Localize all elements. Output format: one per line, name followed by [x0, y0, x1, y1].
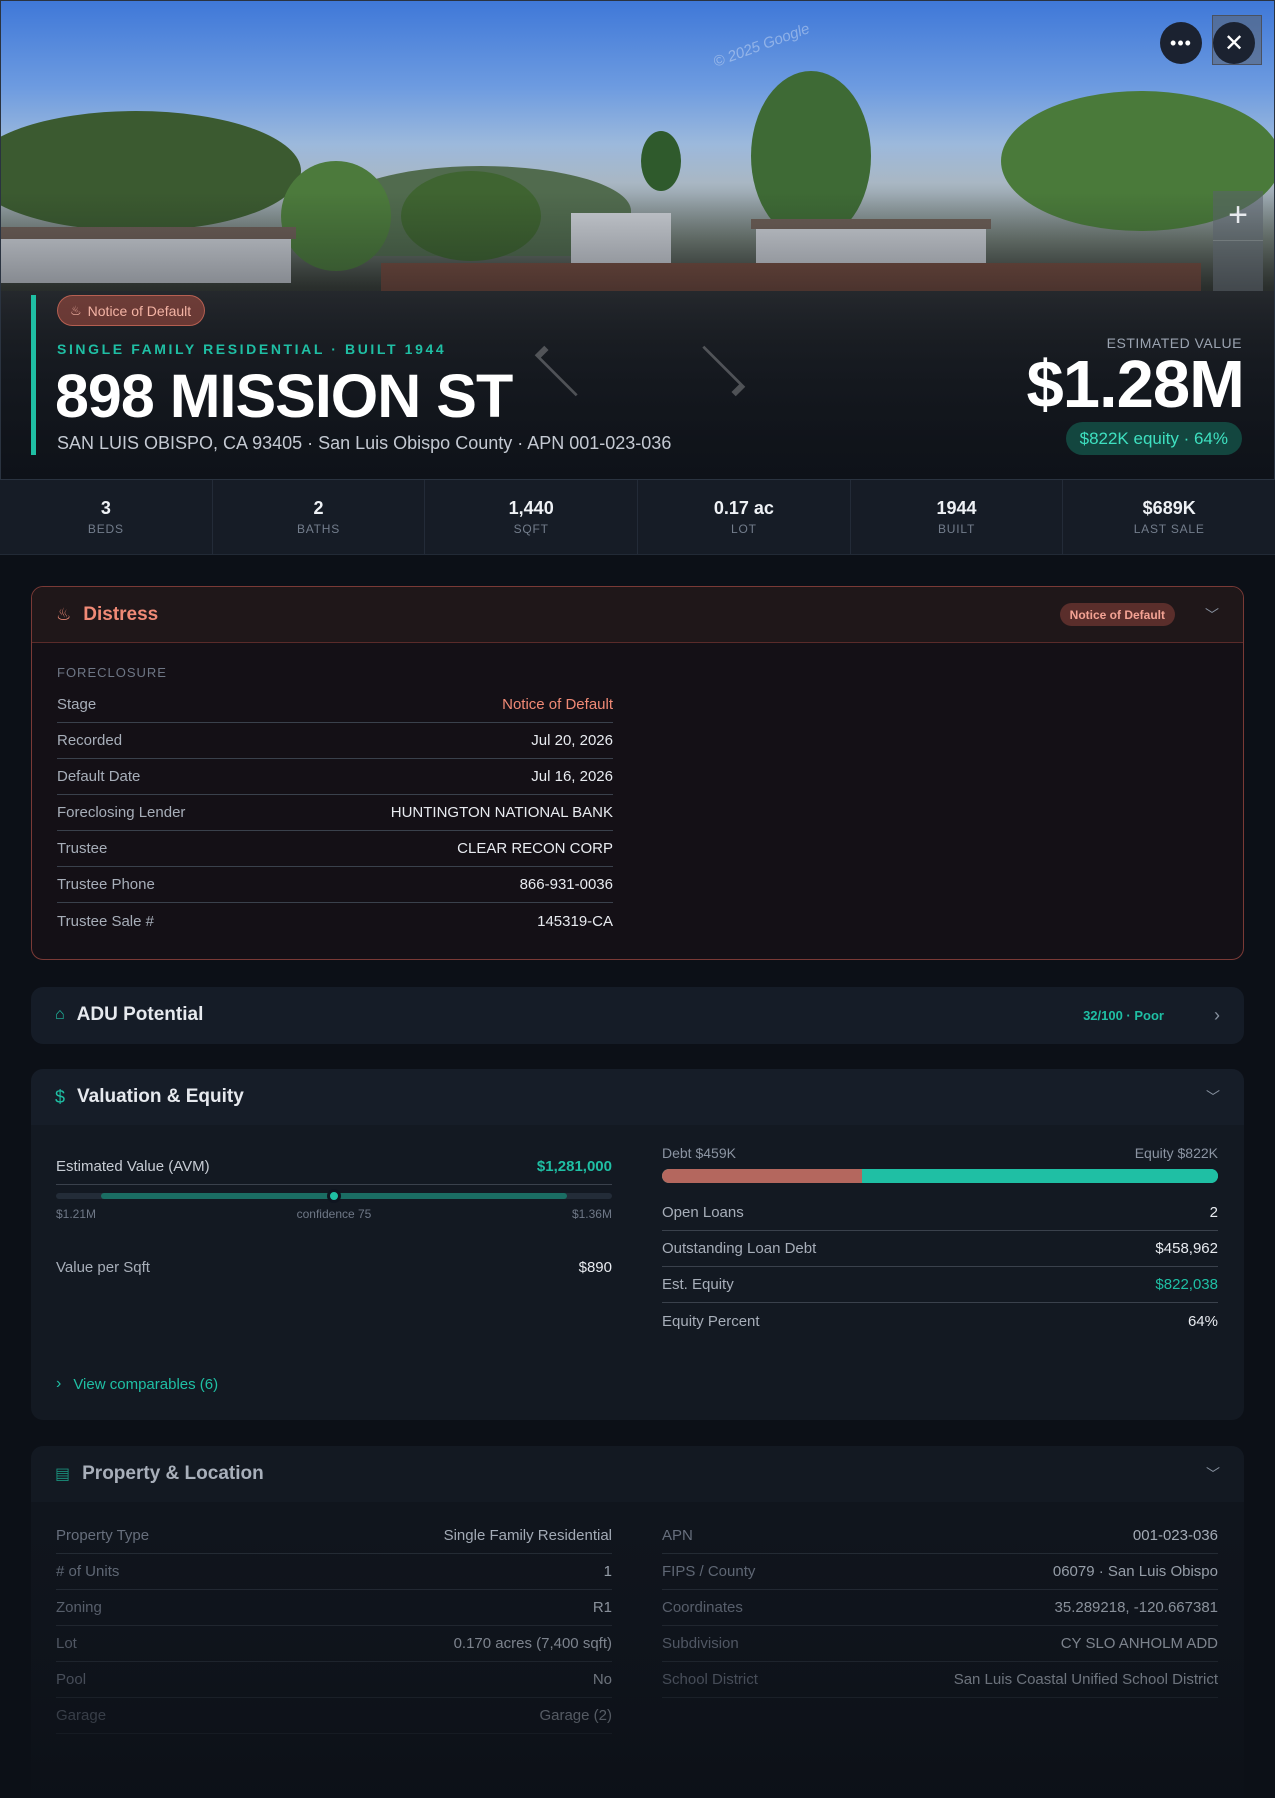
- avm-value: $1,281,000: [536, 1158, 612, 1175]
- adu-card[interactable]: ⌂ ADU Potential 32/100 · Poor ›: [31, 987, 1244, 1044]
- stat-beds: 3 BEDS: [0, 480, 213, 554]
- property-card: ▤ Property & Location ﹀ Property Type Sin…: [31, 1446, 1244, 1798]
- detail-row: Trustee Sale #145319-CA: [57, 912, 613, 930]
- chevron-right-icon: ›: [56, 1375, 62, 1392]
- property-details-right: APN 001-023-036 FIPS / County 06079 · San …: [662, 1518, 1218, 1698]
- stat-lot: 0.17 ac LOT: [638, 480, 851, 554]
- detail-row: # of Units 1: [56, 1554, 612, 1590]
- street-view-hero[interactable]: © 2025 Google ••• ✕ + ♨ Notice of Defaul…: [0, 0, 1275, 480]
- detail-row: FIPS / County 06079 · San Luis Obispo: [662, 1554, 1218, 1590]
- detail-row: Coordinates 35.289218, -120.667381: [662, 1590, 1218, 1626]
- detail-row: Subdivision CY SLO ANHOLM ADD: [662, 1626, 1218, 1662]
- detail-row: Trustee CLEAR RECON CORP: [57, 831, 613, 867]
- property-kicker: SINGLE FAMILY RESIDENTIAL · BUILT 1944: [57, 341, 447, 357]
- status-chip-label: Notice of Default: [87, 302, 192, 319]
- debt-segment: [662, 1169, 863, 1183]
- detail-row: Stage Notice of Default: [57, 687, 613, 723]
- property-details-left: Property Type Single Family Residential #…: [56, 1518, 612, 1734]
- chevron-down-icon[interactable]: ﹀: [1205, 605, 1219, 625]
- valuation-card: $ Valuation & Equity ﹀ Estimated Value (…: [31, 1069, 1244, 1420]
- flame-icon: ♨: [70, 302, 82, 318]
- value-range-marker: [327, 1189, 341, 1203]
- close-icon: ✕: [1223, 29, 1245, 57]
- property-title: Property & Location: [82, 1463, 264, 1484]
- loan-details: Open Loans 2 Outstanding Loan Debt $458,96…: [662, 1195, 1218, 1339]
- detail-row: Default Date Jul 16, 2026: [57, 759, 613, 795]
- stat-last-sale: $689K LAST SALE: [1133, 498, 1205, 536]
- chevron-down-icon[interactable]: ﹀: [1206, 1087, 1220, 1107]
- value-range-bar: [56, 1189, 612, 1203]
- detail-row: School District San Luis Coastal Unified …: [662, 1662, 1218, 1698]
- valuation-title: Valuation & Equity: [77, 1086, 244, 1107]
- foreclosure-label: FORECLOSURE: [57, 665, 167, 680]
- detail-row: APN 001-023-036: [662, 1518, 1218, 1554]
- zoom-control: +: [1213, 191, 1263, 291]
- distress-header[interactable]: ♨ Distress Notice of Default ﹀: [32, 587, 1243, 643]
- stat-built: 1944 BUILT: [851, 480, 1064, 554]
- detail-row: Est. Equity $822,038: [662, 1267, 1218, 1303]
- detail-row: Zoning R1: [56, 1590, 612, 1626]
- dollar-icon: $: [55, 1086, 66, 1107]
- close-button[interactable]: ✕: [1213, 22, 1255, 64]
- valuation-header[interactable]: $ Valuation & Equity ﹀: [31, 1069, 1244, 1125]
- adu-score-badge: 32/100 · Poor: [1083, 1007, 1164, 1023]
- avm-row: Estimated Value (AVM) $1,281,000: [56, 1149, 612, 1185]
- status-chip: ♨ Notice of Default: [57, 295, 206, 326]
- building-icon: ▤: [55, 1466, 71, 1483]
- property-header[interactable]: ▤ Property & Location ﹀: [31, 1446, 1244, 1502]
- equity-segment: [862, 1169, 1218, 1183]
- equity-chip: $822K equity · 64%: [1065, 422, 1242, 455]
- debt-equity-labels: Debt $459K Equity $822K: [662, 1145, 1218, 1161]
- foreclosure-details: Stage Notice of Default Recorded Jul 20, 2…: [57, 687, 613, 939]
- detail-row: Open Loans 2: [662, 1195, 1218, 1231]
- detail-row: Garage Garage (2): [56, 1698, 612, 1734]
- detail-row: Pool No: [56, 1662, 612, 1698]
- distress-card: ♨ Distress Notice of Default ﹀ FORECLOSU…: [31, 586, 1244, 960]
- zoom-in-button[interactable]: +: [1213, 191, 1263, 241]
- detail-row: Property Type Single Family Residential: [56, 1518, 612, 1554]
- ellipsis-icon: •••: [1170, 33, 1192, 53]
- address-subtitle: SAN LUIS OBISPO, CA 93405 · San Luis Obi…: [57, 433, 672, 453]
- adu-header[interactable]: ⌂ ADU Potential 32/100 · Poor ›: [31, 987, 1244, 1043]
- estimated-value: $1.28M: [1026, 347, 1245, 422]
- distress-title: Distress: [83, 603, 159, 625]
- debt-equity-bar: [662, 1169, 1218, 1183]
- detail-row: Outstanding Loan Debt $458,962: [662, 1231, 1218, 1267]
- plus-icon: +: [1228, 196, 1248, 234]
- view-comparables-link[interactable]: › View comparables (6): [56, 1375, 218, 1393]
- detail-row: Lot 0.170 acres (7,400 sqft): [56, 1626, 612, 1662]
- detail-row: Trustee Phone 866-931-0036: [57, 867, 613, 903]
- value-range-labels: $1.21M confidence 75 $1.36M: [56, 1207, 612, 1221]
- home-icon: ⌂: [55, 1006, 65, 1023]
- adu-title: ADU Potential: [76, 1004, 204, 1025]
- flame-icon: ♨: [56, 604, 72, 624]
- chevron-right-icon[interactable]: ›: [1214, 1005, 1220, 1026]
- more-options-button[interactable]: •••: [1160, 22, 1202, 64]
- detail-row: Foreclosing Lender HUNTINGTON NATIONAL BA…: [57, 795, 613, 831]
- distress-badge: Notice of Default: [1059, 603, 1175, 626]
- value-per-sqft-row: Value per Sqft $890: [56, 1258, 612, 1276]
- accent-bar: [31, 295, 36, 455]
- chevron-down-icon[interactable]: ﹀: [1206, 1464, 1220, 1484]
- detail-row: Recorded Jul 20, 2026: [57, 723, 613, 759]
- stats-bar: 3 BEDS 2 BATHS 1,440 SQFT 0.17 ac LOT 1944 BU…: [0, 480, 1275, 555]
- detail-row: Equity Percent 64%: [662, 1312, 1218, 1330]
- stat-sqft: 1,440 SQFT: [425, 480, 639, 554]
- stat-baths: 2 BATHS: [213, 480, 426, 554]
- page-title: 898 MISSION ST: [55, 362, 513, 430]
